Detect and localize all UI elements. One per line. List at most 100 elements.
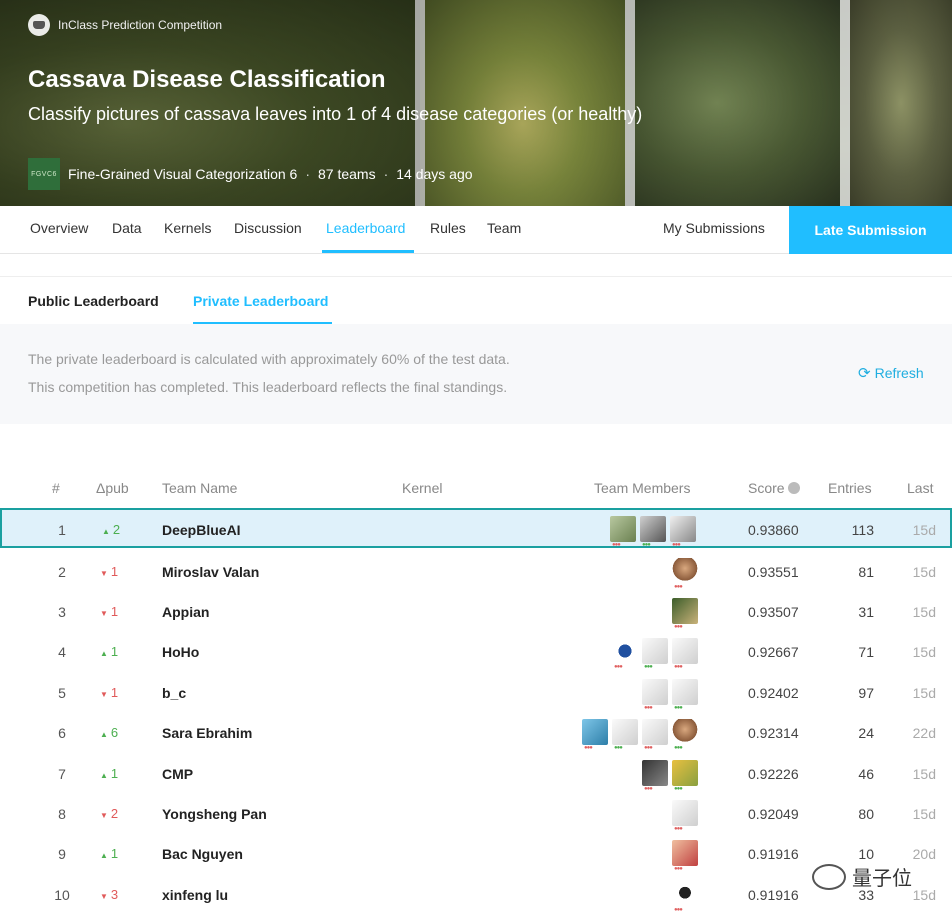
avatar[interactable]: ●●●: [672, 679, 698, 711]
team-members: ●●●: [672, 800, 698, 832]
col-team[interactable]: Team Name: [162, 480, 237, 496]
table-row[interactable]: 10 ▼ 3 xinfeng lu ●●● 0.91916 33 15d: [0, 875, 952, 915]
team-name[interactable]: Sara Ebrahim: [162, 725, 252, 741]
host-name[interactable]: Fine-Grained Visual Categorization 6: [68, 166, 297, 182]
table-row[interactable]: 9 ▲ 1 Bac Nguyen ●●● 0.91916 10 20d: [0, 834, 952, 874]
avatar[interactable]: ●●●: [672, 760, 698, 792]
last-submission-cell: 15d: [912, 522, 936, 538]
rank-change: ▲ 2: [102, 522, 120, 537]
tab-team[interactable]: Team: [487, 220, 521, 236]
avatar[interactable]: ●●●: [582, 719, 608, 751]
table-row[interactable]: 2 ▼ 1 Miroslav Valan ●●● 0.93551 81 15d: [0, 552, 952, 592]
avatar[interactable]: ●●●: [672, 881, 698, 913]
table-row[interactable]: 6 ▲ 6 Sara Ebrahim ●●● ●●● ●●● ●●● 0.92314 24 22d: [0, 713, 952, 753]
avatar[interactable]: ●●●: [612, 719, 638, 751]
rank-cell: 9: [58, 846, 66, 862]
col-last[interactable]: Last: [907, 480, 933, 496]
col-delta[interactable]: Δpub: [96, 480, 129, 496]
wechat-icon: [812, 863, 846, 890]
team-name[interactable]: Yongsheng Pan: [162, 806, 267, 822]
time-ago: 14 days ago: [396, 166, 473, 182]
tier-dots: ●●●: [644, 705, 653, 711]
avatar[interactable]: ●●●: [670, 516, 696, 548]
tier-dots: ●●●: [614, 664, 623, 670]
tier-dots: ●●●: [584, 745, 593, 751]
avatar[interactable]: ●●●: [642, 679, 668, 711]
avatar[interactable]: ●●●: [672, 800, 698, 832]
avatar[interactable]: ●●●: [672, 558, 698, 590]
avatar[interactable]: ●●●: [642, 719, 668, 751]
team-name[interactable]: Miroslav Valan: [162, 564, 259, 580]
team-name[interactable]: DeepBlueAI: [162, 522, 241, 538]
rank-change-value: 3: [110, 887, 119, 902]
refresh-icon: ⟳: [858, 365, 871, 382]
tier-dots: ●●●: [674, 826, 683, 832]
public-leaderboard-tab[interactable]: Public Leaderboard: [28, 293, 159, 309]
tab-rules[interactable]: Rules: [430, 220, 466, 236]
col-kernel[interactable]: Kernel: [402, 480, 442, 496]
info-text: The private leaderboard is calculated wi…: [28, 351, 510, 367]
entries-cell: 46: [858, 766, 874, 782]
tab-leaderboard[interactable]: Leaderboard: [326, 220, 405, 236]
late-submission-button[interactable]: Late Submission: [789, 206, 952, 254]
rank-change: ▼ 1: [100, 564, 118, 579]
avatar[interactable]: ●●●: [672, 598, 698, 630]
tier-dots: ●●●: [674, 664, 683, 670]
col-members[interactable]: Team Members: [594, 480, 690, 496]
team-name[interactable]: Appian: [162, 604, 209, 620]
tab-kernels[interactable]: Kernels: [164, 220, 211, 236]
table-row[interactable]: 8 ▼ 2 Yongsheng Pan ●●● 0.92049 80 15d: [0, 794, 952, 834]
entries-cell: 24: [858, 725, 874, 741]
col-rank[interactable]: #: [52, 480, 60, 496]
team-name[interactable]: HoHo: [162, 644, 199, 660]
refresh-button[interactable]: ⟳ Refresh: [858, 364, 924, 382]
tab-discussion[interactable]: Discussion: [234, 220, 302, 236]
table-row[interactable]: 7 ▲ 1 CMP ●●● ●●● 0.92226 46 15d: [0, 754, 952, 794]
score-cell: 0.92049: [748, 806, 799, 822]
team-members: ●●● ●●●: [642, 679, 698, 711]
rank-change: ▼ 2: [100, 806, 118, 821]
avatar[interactable]: ●●●: [672, 719, 698, 751]
info-icon[interactable]: [788, 482, 801, 494]
rank-change: ▲ 1: [100, 846, 118, 861]
col-entries[interactable]: Entries: [828, 480, 872, 496]
table-row[interactable]: 3 ▼ 1 Appian ●●● 0.93507 31 15d: [0, 592, 952, 632]
entries-cell: 10: [858, 846, 874, 862]
tab-overview[interactable]: Overview: [30, 220, 88, 236]
team-members: ●●● ●●●: [642, 760, 698, 792]
rank-change-value: 6: [110, 725, 119, 740]
avatar[interactable]: ●●●: [640, 516, 666, 548]
avatar[interactable]: ●●●: [672, 840, 698, 872]
rank-change: ▲ 1: [100, 766, 118, 781]
entries-cell: 113: [851, 522, 874, 538]
rank-change-value: 1: [110, 685, 119, 700]
team-name[interactable]: Bac Nguyen: [162, 846, 243, 862]
arrow-down-icon: ▼: [100, 569, 108, 578]
avatar[interactable]: ●●●: [642, 760, 668, 792]
team-name[interactable]: xinfeng lu: [162, 887, 228, 903]
team-name[interactable]: CMP: [162, 766, 193, 782]
arrow-down-icon: ▼: [100, 892, 108, 901]
host-logo[interactable]: FGVC6: [28, 158, 60, 190]
avatar[interactable]: ●●●: [612, 638, 638, 670]
leaderboard-info: The private leaderboard is calculated wi…: [0, 324, 952, 424]
arrow-up-icon: ▲: [100, 771, 108, 780]
avatar[interactable]: ●●●: [610, 516, 636, 548]
score-cell: 0.92226: [748, 766, 799, 782]
private-leaderboard-tab[interactable]: Private Leaderboard: [193, 293, 328, 309]
table-row[interactable]: 1 ▲ 2 DeepBlueAI ●●● ●●● ●●● 0.93860 113 15d: [0, 508, 952, 548]
col-score[interactable]: Score: [748, 480, 801, 496]
leaderboard-tabs: Public Leaderboard Private Leaderboard: [0, 276, 952, 324]
rank-cell: 5: [58, 685, 66, 701]
table-row[interactable]: 4 ▲ 1 HoHo ●●● ●●● ●●● 0.92667 71 15d: [0, 632, 952, 672]
tab-data[interactable]: Data: [112, 220, 142, 236]
avatar[interactable]: ●●●: [642, 638, 668, 670]
avatar[interactable]: ●●●: [672, 638, 698, 670]
rank-cell: 1: [58, 522, 66, 538]
team-name[interactable]: b_c: [162, 685, 186, 701]
refresh-label: Refresh: [874, 365, 924, 381]
team-members: ●●●: [672, 598, 698, 630]
arrow-up-icon: ▲: [100, 851, 108, 860]
table-row[interactable]: 5 ▼ 1 b_c ●●● ●●● 0.92402 97 15d: [0, 673, 952, 713]
my-submissions-link[interactable]: My Submissions: [663, 220, 765, 236]
